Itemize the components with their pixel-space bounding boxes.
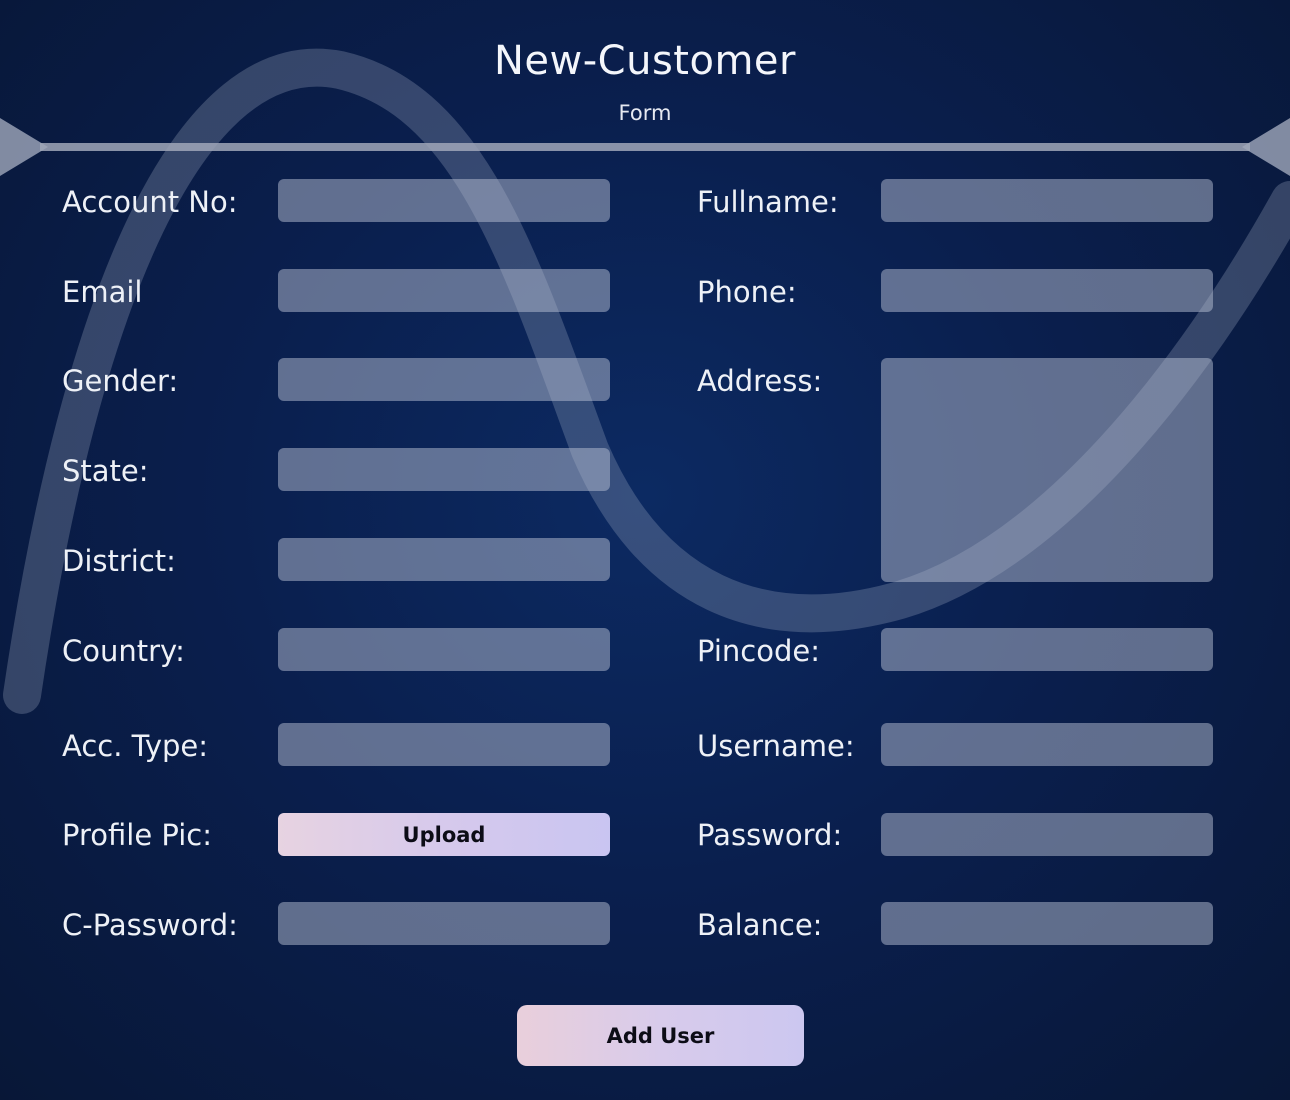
- phone-input[interactable]: [881, 269, 1213, 312]
- state-label: State:: [62, 454, 149, 488]
- address-textarea[interactable]: [881, 358, 1213, 582]
- add-user-button[interactable]: Add User: [517, 1005, 804, 1066]
- header-divider: [40, 143, 1250, 151]
- district-label: District:: [62, 544, 176, 578]
- gender-input[interactable]: [278, 358, 610, 401]
- acc-type-label: Acc. Type:: [62, 729, 209, 763]
- address-label: Address:: [697, 364, 823, 398]
- left-arrow-decoration: [0, 118, 48, 176]
- phone-label: Phone:: [697, 275, 797, 309]
- country-label: Country:: [62, 634, 185, 668]
- state-input[interactable]: [278, 448, 610, 491]
- page-title: New-Customer: [494, 38, 796, 84]
- password-input[interactable]: [881, 813, 1213, 856]
- c-password-input[interactable]: [278, 902, 610, 945]
- fullname-input[interactable]: [881, 179, 1213, 222]
- account-no-label: Account No:: [62, 185, 238, 219]
- acc-type-input[interactable]: [278, 723, 610, 766]
- c-password-label: C-Password:: [62, 908, 238, 942]
- email-label: Email: [62, 275, 143, 309]
- username-label: Username:: [697, 729, 855, 763]
- page-subtitle: Form: [618, 101, 672, 125]
- fullname-label: Fullname:: [697, 185, 839, 219]
- upload-button[interactable]: Upload: [278, 813, 610, 856]
- district-input[interactable]: [278, 538, 610, 581]
- username-input[interactable]: [881, 723, 1213, 766]
- country-input[interactable]: [278, 628, 610, 671]
- email-input[interactable]: [278, 269, 610, 312]
- pincode-label: Pincode:: [697, 634, 820, 668]
- profile-pic-label: Profile Pic:: [62, 818, 213, 852]
- account-no-input[interactable]: [278, 179, 610, 222]
- right-arrow-decoration: [1242, 118, 1290, 176]
- pincode-input[interactable]: [881, 628, 1213, 671]
- balance-label: Balance:: [697, 908, 823, 942]
- balance-input[interactable]: [881, 902, 1213, 945]
- gender-label: Gender:: [62, 364, 179, 398]
- password-label: Password:: [697, 818, 843, 852]
